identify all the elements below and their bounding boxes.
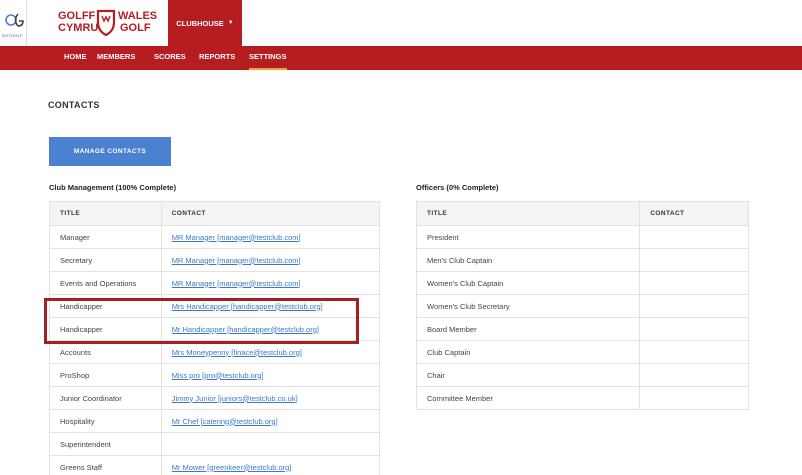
contact-cell	[160, 432, 381, 456]
contact-cell	[639, 294, 749, 318]
logo-text-cymru: CYMRU	[58, 22, 98, 34]
table-row: Committee Member	[415, 386, 749, 410]
contact-link[interactable]: Mrs Moneypenny [finace@testclub.org]	[172, 348, 302, 357]
column-header-title[interactable]: TITLE	[49, 201, 162, 226]
role-title: Board Member	[415, 317, 641, 341]
logo-text-golf: GOLF	[120, 22, 151, 34]
nav-reports[interactable]: REPORTS	[199, 46, 235, 70]
contact-cell: Mr Mower [greenkeer@testclub.org]	[160, 455, 381, 475]
manage-contacts-button[interactable]: MANAGE CONTACTS	[49, 137, 171, 166]
table-row: President	[415, 225, 749, 249]
role-title: Women's Club Secretary	[415, 294, 641, 318]
contact-link[interactable]: Mr Mower [greenkeer@testclub.org]	[172, 463, 292, 472]
shield-icon	[96, 9, 116, 37]
table-row: Club Captain	[415, 340, 749, 364]
table-row: Hospitality Mr Chef [catering@testclub.o…	[49, 409, 381, 433]
role-title: Greens Staff	[49, 455, 162, 475]
role-title: Junior Coordinator	[49, 386, 162, 410]
role-title: Events and Operations	[49, 271, 162, 295]
clubhouse-dropdown[interactable]: CLUBHOUSE ▼	[168, 0, 242, 46]
main-nav: HOME MEMBERS SCORES REPORTS SETTINGS	[0, 46, 802, 70]
role-title: Committee Member	[415, 386, 641, 410]
table-row: Junior Coordinator Jimmy Junior [juniors…	[49, 386, 381, 410]
chevron-down-icon: ▼	[227, 20, 234, 26]
nav-settings[interactable]: SETTINGS	[249, 46, 287, 70]
role-title: President	[415, 225, 641, 249]
contact-cell: Mr Chef [catering@testclub.org]	[160, 409, 381, 433]
dotgolf-logo-icon	[5, 13, 24, 27]
table-row: Women's Club Secretary	[415, 294, 749, 318]
table-row: Women's Club Captain	[415, 271, 749, 295]
dotgolf-logo-text: DOTGOLF	[2, 33, 23, 38]
dotgolf-logo[interactable]: DOTGOLF	[0, 0, 27, 46]
clubhouse-label: CLUBHOUSE	[176, 18, 224, 28]
contact-cell: Miss pro [pro@testclub.org]	[160, 363, 381, 387]
club-management-title: Club Management (100% Complete)	[49, 183, 177, 192]
contact-cell	[639, 317, 749, 341]
golf-wales-logo[interactable]: GOLFF CYMRU WALES GOLF	[58, 6, 166, 38]
table-row: Events and Operations MR Manager [manage…	[49, 271, 381, 295]
table-row: Secretary MR Manager [manager@testclub.c…	[49, 248, 381, 272]
nav-members[interactable]: MEMBERS	[97, 46, 135, 70]
contact-cell	[639, 248, 749, 272]
role-title: ProShop	[49, 363, 162, 387]
top-header: DOTGOLF GOLFF CYMRU WALES GOLF CLUBHOUSE…	[0, 0, 802, 46]
nav-scores[interactable]: SCORES	[154, 46, 186, 70]
page-title: CONTACTS	[48, 100, 100, 110]
role-title: Hospitality	[49, 409, 162, 433]
table-row: Superintendent	[49, 432, 381, 456]
contact-link[interactable]: MR Manager [manager@testclub.com]	[172, 279, 301, 288]
contact-link[interactable]: Mr Chef [catering@testclub.org]	[172, 417, 278, 426]
table-header-row: TITLE CONTACT	[415, 201, 749, 226]
contact-link[interactable]: Jimmy Junior [juniors@testclub.co.uk]	[172, 394, 298, 403]
table-row: Manager MR Manager [manager@testclub.com…	[49, 225, 381, 249]
role-title: Men's Club Captain	[415, 248, 641, 272]
role-title: Club Captain	[415, 340, 641, 364]
contact-cell: Jimmy Junior [juniors@testclub.co.uk]	[160, 386, 381, 410]
table-header-row: TITLE CONTACT	[49, 201, 381, 226]
table-row: ProShop Miss pro [pro@testclub.org]	[49, 363, 381, 387]
contact-cell	[639, 225, 749, 249]
highlight-box	[44, 298, 359, 344]
role-title: Manager	[49, 225, 162, 249]
contact-link[interactable]: MR Manager [manager@testclub.com]	[172, 256, 301, 265]
contact-cell: MR Manager [manager@testclub.com]	[160, 225, 381, 249]
column-header-title[interactable]: TITLE	[415, 201, 641, 226]
column-header-contact[interactable]: CONTACT	[160, 201, 381, 226]
table-row: Men's Club Captain	[415, 248, 749, 272]
logo-text-golff: GOLFF	[58, 10, 96, 22]
contact-cell	[639, 340, 749, 364]
contact-cell: MR Manager [manager@testclub.com]	[160, 248, 381, 272]
officers-title: Officers (0% Complete)	[416, 183, 499, 192]
table-row: Greens Staff Mr Mower [greenkeer@testclu…	[49, 455, 381, 475]
table-row: Chair	[415, 363, 749, 387]
table-row: Board Member	[415, 317, 749, 341]
logo-text-wales: WALES	[118, 10, 157, 22]
officers-table: TITLE CONTACT President Men's Club Capta…	[415, 201, 749, 410]
contact-cell	[639, 271, 749, 295]
contact-cell: MR Manager [manager@testclub.com]	[160, 271, 381, 295]
column-header-contact[interactable]: CONTACT	[639, 201, 749, 226]
role-title: Women's Club Captain	[415, 271, 641, 295]
role-title: Chair	[415, 363, 641, 387]
role-title: Superintendent	[49, 432, 162, 456]
contact-link[interactable]: MR Manager [manager@testclub.com]	[172, 233, 301, 242]
role-title: Secretary	[49, 248, 162, 272]
contact-link[interactable]: Miss pro [pro@testclub.org]	[172, 371, 264, 380]
contact-cell	[639, 386, 749, 410]
contact-cell	[639, 363, 749, 387]
nav-home[interactable]: HOME	[64, 46, 87, 70]
